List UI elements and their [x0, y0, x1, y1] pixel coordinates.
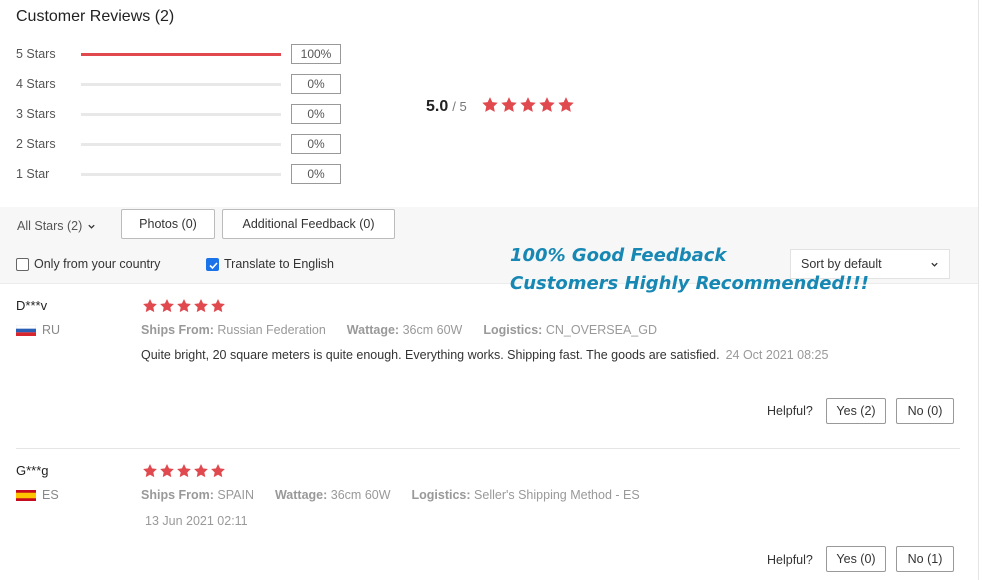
ships-from-label: Ships From: [141, 488, 214, 502]
star-icon [177, 464, 191, 478]
chevron-down-icon [931, 262, 938, 267]
review-attributes: Ships From: SPAIN Wattage: 36cm 60W Logi… [141, 488, 640, 502]
promo-line-2: Customers Highly Recommended!!! [510, 273, 869, 294]
star-icon [482, 97, 498, 112]
star-icon [160, 299, 174, 313]
only-country-label: Only from your country [34, 257, 161, 271]
translate-label: Translate to English [224, 257, 335, 271]
ships-from-value: Russian Federation [217, 323, 326, 337]
country-code: ES [42, 488, 59, 502]
rating-bar [81, 53, 281, 56]
review-attributes: Ships From: Russian Federation Wattage: … [141, 323, 657, 337]
helpful-no-button[interactable]: No (0) [896, 398, 954, 424]
star-icon [211, 464, 225, 478]
rating-percent: 0% [291, 164, 341, 184]
es-flag-icon [16, 489, 36, 501]
star-icon [177, 299, 191, 313]
page-title: Customer Reviews (2) [16, 8, 175, 25]
translate-checkbox[interactable]: Translate to English [206, 257, 334, 271]
rating-row-1[interactable]: 1 Star 0% [16, 164, 346, 184]
rating-percent: 0% [291, 104, 341, 124]
rating-label: 1 Star [16, 167, 50, 181]
star-icon [501, 97, 517, 112]
review-stars [142, 463, 226, 479]
rating-row-2[interactable]: 2 Stars 0% [16, 134, 346, 154]
reviewer-country: ES [16, 488, 59, 502]
review-date: 24 Oct 2021 08:25 [725, 348, 829, 362]
wattage-value: 36cm 60W [330, 488, 391, 502]
logistics-value: CN_OVERSEA_GD [545, 323, 657, 337]
review-text-block: Quite bright, 20 square meters is quite … [141, 346, 861, 365]
rating-percent: 0% [291, 74, 341, 94]
all-stars-dropdown[interactable]: All Stars (2) [17, 219, 96, 233]
rating-label: 2 Stars [16, 137, 56, 151]
promo-banner: 100% Good Feedback Customers Highly Reco… [510, 242, 869, 298]
chevron-down-icon [88, 224, 95, 229]
helpful-yes-button[interactable]: Yes (2) [826, 398, 886, 424]
ships-from-label: Ships From: [141, 323, 214, 337]
rating-bar [81, 173, 281, 176]
ru-flag-icon [16, 324, 36, 336]
helpful-yes-button[interactable]: Yes (0) [826, 546, 886, 572]
logistics-label: Logistics: [483, 323, 543, 337]
rating-bar [81, 113, 281, 116]
rating-row-3[interactable]: 3 Stars 0% [16, 104, 346, 124]
star-icon [143, 464, 157, 478]
country-code: RU [42, 323, 61, 337]
review-text: Quite bright, 20 square meters is quite … [141, 348, 720, 362]
checkbox-box-checked[interactable] [206, 257, 219, 271]
star-icon [520, 97, 536, 112]
review-text-block: 13 Jun 2021 02:11 [141, 512, 861, 531]
checkmark-icon [209, 261, 218, 269]
helpful-label: Helpful? [767, 404, 813, 418]
rating-percent: 100% [291, 44, 341, 64]
score-max: / 5 [452, 99, 467, 114]
wattage-value: 36cm 60W [402, 323, 463, 337]
reviewer-country: RU [16, 323, 60, 337]
rating-label: 4 Stars [16, 77, 56, 91]
reviewer-name: D***v [16, 298, 48, 313]
rating-percent: 0% [291, 134, 341, 154]
star-icon [539, 97, 555, 112]
rating-bar [81, 143, 281, 146]
right-border [978, 0, 979, 580]
score-value: 5.0 [426, 98, 449, 115]
helpful-no-button[interactable]: No (1) [896, 546, 954, 572]
only-country-checkbox[interactable]: Only from your country [16, 257, 160, 271]
wattage-label: Wattage: [346, 323, 400, 337]
average-score: 5.0 / 5 [426, 98, 467, 116]
additional-feedback-button[interactable]: Additional Feedback (0) [222, 209, 395, 239]
review-stars [142, 298, 226, 314]
reviewer-name: G***g [16, 463, 49, 478]
logistics-label: Logistics: [411, 488, 471, 502]
star-icon [211, 299, 225, 313]
star-icon [160, 464, 174, 478]
review-divider [16, 448, 960, 449]
rating-row-5[interactable]: 5 Stars 100% [16, 44, 346, 64]
review-date: 13 Jun 2021 02:11 [145, 514, 248, 528]
rating-row-4[interactable]: 4 Stars 0% [16, 74, 346, 94]
rating-bar [81, 83, 281, 86]
rating-label: 5 Stars [16, 47, 56, 61]
star-icon [194, 464, 208, 478]
photos-filter-button[interactable]: Photos (0) [121, 209, 215, 239]
promo-line-1: 100% Good Feedback [510, 245, 727, 266]
star-icon [143, 299, 157, 313]
average-stars [481, 96, 575, 114]
all-stars-label: All Stars (2) [17, 219, 83, 233]
star-icon [558, 97, 574, 112]
logistics-value: Seller's Shipping Method - ES [474, 488, 640, 502]
rating-bar-fill [81, 53, 281, 56]
ships-from-value: SPAIN [217, 488, 254, 502]
star-icon [194, 299, 208, 313]
checkbox-box[interactable] [16, 257, 29, 271]
wattage-label: Wattage: [274, 488, 328, 502]
rating-label: 3 Stars [16, 107, 56, 121]
helpful-label: Helpful? [767, 553, 813, 567]
